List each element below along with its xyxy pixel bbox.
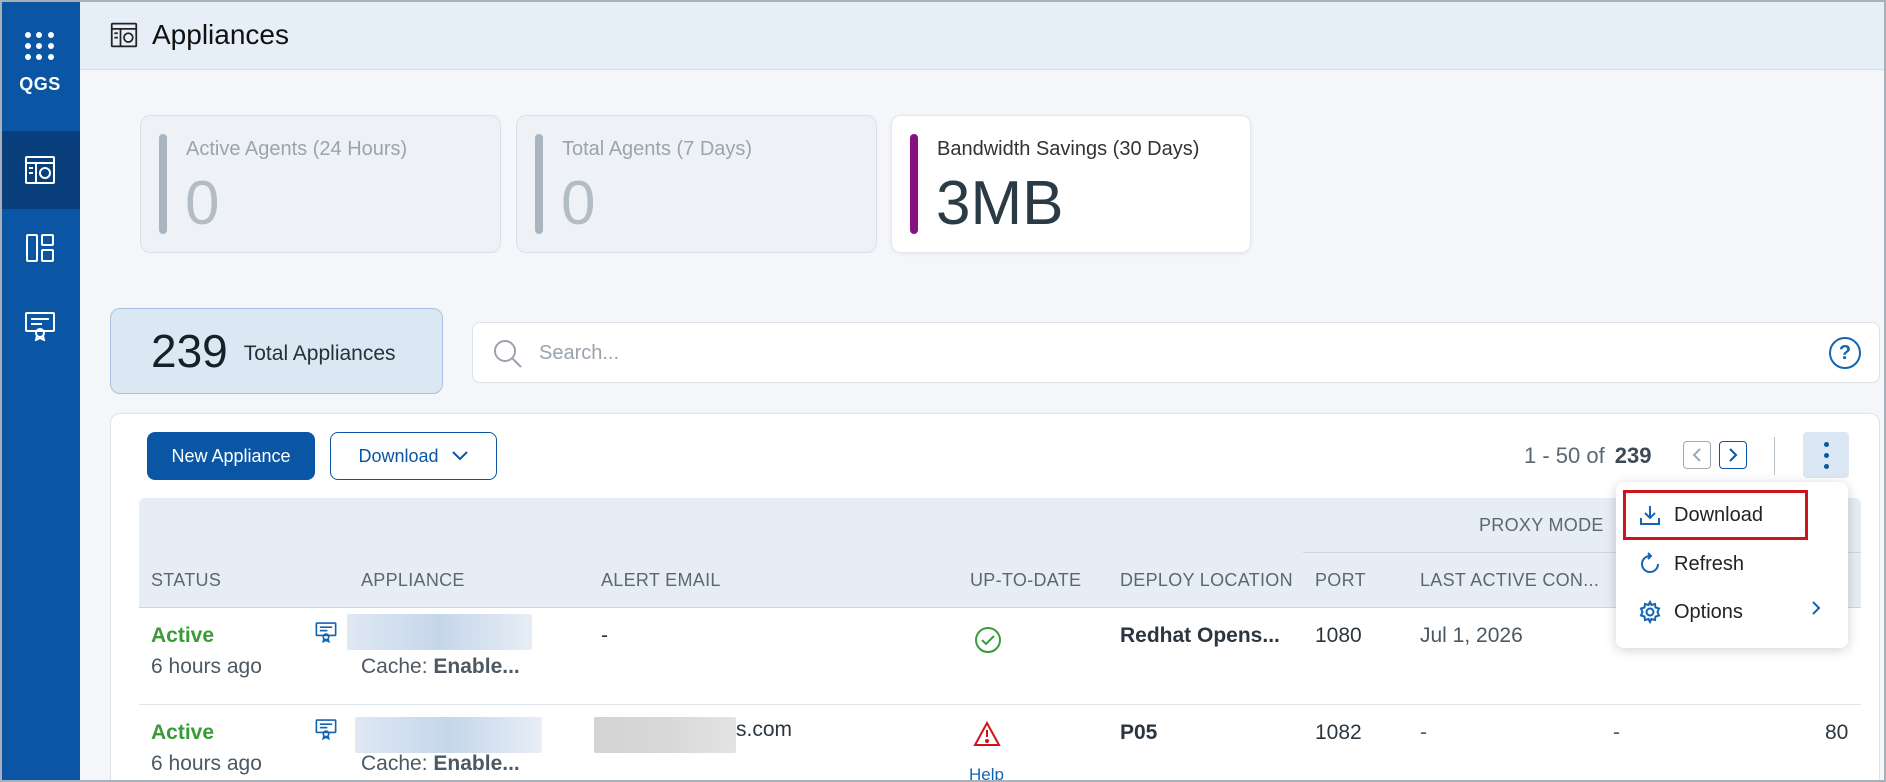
email-redacted xyxy=(594,717,736,753)
chevron-down-icon xyxy=(451,451,468,461)
column-header-up-to-date[interactable]: UP-TO-DATE xyxy=(970,570,1081,591)
table-row[interactable]: Active 6 hours ago Cache: Enable... s.co… xyxy=(139,705,1861,782)
cache-value: Enable... xyxy=(433,655,520,678)
search-bar: ? xyxy=(472,322,1880,383)
download-dropdown-label: Download xyxy=(358,445,439,466)
certificate-icon xyxy=(315,622,337,643)
column-header-status[interactable]: STATUS xyxy=(151,570,221,591)
column-header-port[interactable]: PORT xyxy=(1315,570,1366,591)
port: 1082 xyxy=(1315,721,1362,744)
alert-email: s.com xyxy=(736,718,793,741)
column-group-proxy-mode: PROXY MODE xyxy=(1479,515,1604,535)
pagination-info: 1 - 50 of 239 xyxy=(1524,440,1651,472)
proxy-last: 80 xyxy=(1825,721,1849,744)
chevron-right-icon xyxy=(1812,601,1821,615)
dashboard-icon xyxy=(26,234,54,262)
appliances-icon xyxy=(110,22,138,47)
brand-label: QGS xyxy=(19,73,61,94)
app-launcher[interactable]: QGS xyxy=(0,0,80,126)
pagination-total: 239 xyxy=(1614,443,1652,468)
appliance-name-redacted[interactable] xyxy=(347,614,532,650)
last-active: - xyxy=(1420,721,1427,744)
nav-dashboard[interactable] xyxy=(0,209,80,287)
gear-icon xyxy=(1639,600,1661,624)
cache-status: Cache: Enable... xyxy=(361,752,520,776)
stat-value: 0 xyxy=(561,169,596,238)
deploy-location: P05 xyxy=(1120,721,1158,744)
proxy-extra: - xyxy=(1613,721,1620,744)
more-options-button[interactable] xyxy=(1803,432,1849,478)
refresh-icon xyxy=(1641,552,1659,573)
menu-item-label: Options xyxy=(1674,600,1743,623)
appliances-icon xyxy=(25,156,55,184)
chevron-left-icon xyxy=(1692,448,1701,462)
certificate-icon xyxy=(25,312,55,341)
total-appliances-badge[interactable]: 239 Total Appliances xyxy=(110,308,443,394)
cache-label: Cache: xyxy=(361,655,428,678)
total-count: 239 xyxy=(151,325,228,377)
toolbar-divider xyxy=(1774,437,1775,475)
download-dropdown-button[interactable]: Download xyxy=(330,432,497,480)
deploy-location: Redhat Opens... xyxy=(1120,624,1280,647)
search-icon xyxy=(494,340,522,368)
menu-item-refresh[interactable]: Refresh xyxy=(1638,546,1744,582)
help-link[interactable]: Help xyxy=(969,765,1004,782)
stat-label: Total Agents (7 Days) xyxy=(562,138,753,160)
pagination-range: 1 - 50 of xyxy=(1524,443,1605,468)
last-active: Jul 1, 2026 xyxy=(1420,624,1523,647)
column-header-appliance[interactable]: APPLIANCE xyxy=(361,570,465,591)
alert-email: - xyxy=(601,624,608,647)
total-label: Total Appliances xyxy=(243,342,396,365)
status-time: 6 hours ago xyxy=(151,655,262,678)
apps-grid-icon xyxy=(25,31,55,62)
left-rail: QGS xyxy=(0,0,80,782)
nav-certificates[interactable] xyxy=(0,287,80,365)
stat-value: 0 xyxy=(185,169,220,238)
stat-card-bandwidth-savings[interactable]: Bandwidth Savings (30 Days) 3MB xyxy=(891,115,1251,253)
menu-item-label: Refresh xyxy=(1674,552,1745,575)
appliance-name-redacted[interactable] xyxy=(355,717,542,753)
menu-item-download[interactable]: Download xyxy=(1623,490,1808,540)
search-input[interactable] xyxy=(539,333,1739,373)
stat-label: Bandwidth Savings (30 Days) xyxy=(937,138,1200,160)
stat-value: 3MB xyxy=(936,169,1064,238)
stat-card-total-agents: Total Agents (7 Days) 0 xyxy=(516,115,877,253)
stat-accent-bar xyxy=(535,134,543,234)
menu-item-options[interactable]: Options xyxy=(1638,594,1743,630)
status-text: Active xyxy=(151,721,215,744)
stat-card-active-agents: Active Agents (24 Hours) 0 xyxy=(140,115,501,253)
status-text: Active xyxy=(151,624,215,647)
next-page-button[interactable] xyxy=(1719,441,1747,469)
table-row[interactable]: Active 6 hours ago Cache: Enable... - Re… xyxy=(139,608,1861,705)
download-icon xyxy=(1640,506,1660,525)
port: 1080 xyxy=(1315,624,1362,647)
help-icon[interactable]: ? xyxy=(1829,337,1861,369)
cache-label: Cache: xyxy=(361,752,428,775)
stat-accent-bar xyxy=(910,134,918,234)
certificate-icon xyxy=(315,719,337,740)
warning-icon xyxy=(973,721,1001,746)
status-time: 6 hours ago xyxy=(151,752,262,775)
page-title: Appliances xyxy=(152,18,289,50)
column-header-alert-email[interactable]: ALERT EMAIL xyxy=(601,570,721,591)
new-appliance-button[interactable]: New Appliance xyxy=(147,432,315,480)
check-circle-icon xyxy=(975,627,1001,653)
prev-page-button[interactable] xyxy=(1683,441,1711,469)
chevron-right-icon xyxy=(1729,448,1738,462)
column-header-deploy-location[interactable]: DEPLOY LOCATION xyxy=(1120,570,1293,591)
cache-status: Cache: Enable... xyxy=(361,655,520,679)
page-header: Appliances xyxy=(80,0,1886,70)
more-options-menu: Download Refresh Options xyxy=(1616,482,1848,648)
column-header-last-active[interactable]: LAST ACTIVE CON... xyxy=(1420,570,1599,591)
menu-item-label: Download xyxy=(1674,503,1763,526)
nav-appliances[interactable] xyxy=(0,131,80,209)
cache-value: Enable... xyxy=(433,752,520,775)
stat-label: Active Agents (24 Hours) xyxy=(186,138,408,160)
stat-accent-bar xyxy=(159,134,167,234)
